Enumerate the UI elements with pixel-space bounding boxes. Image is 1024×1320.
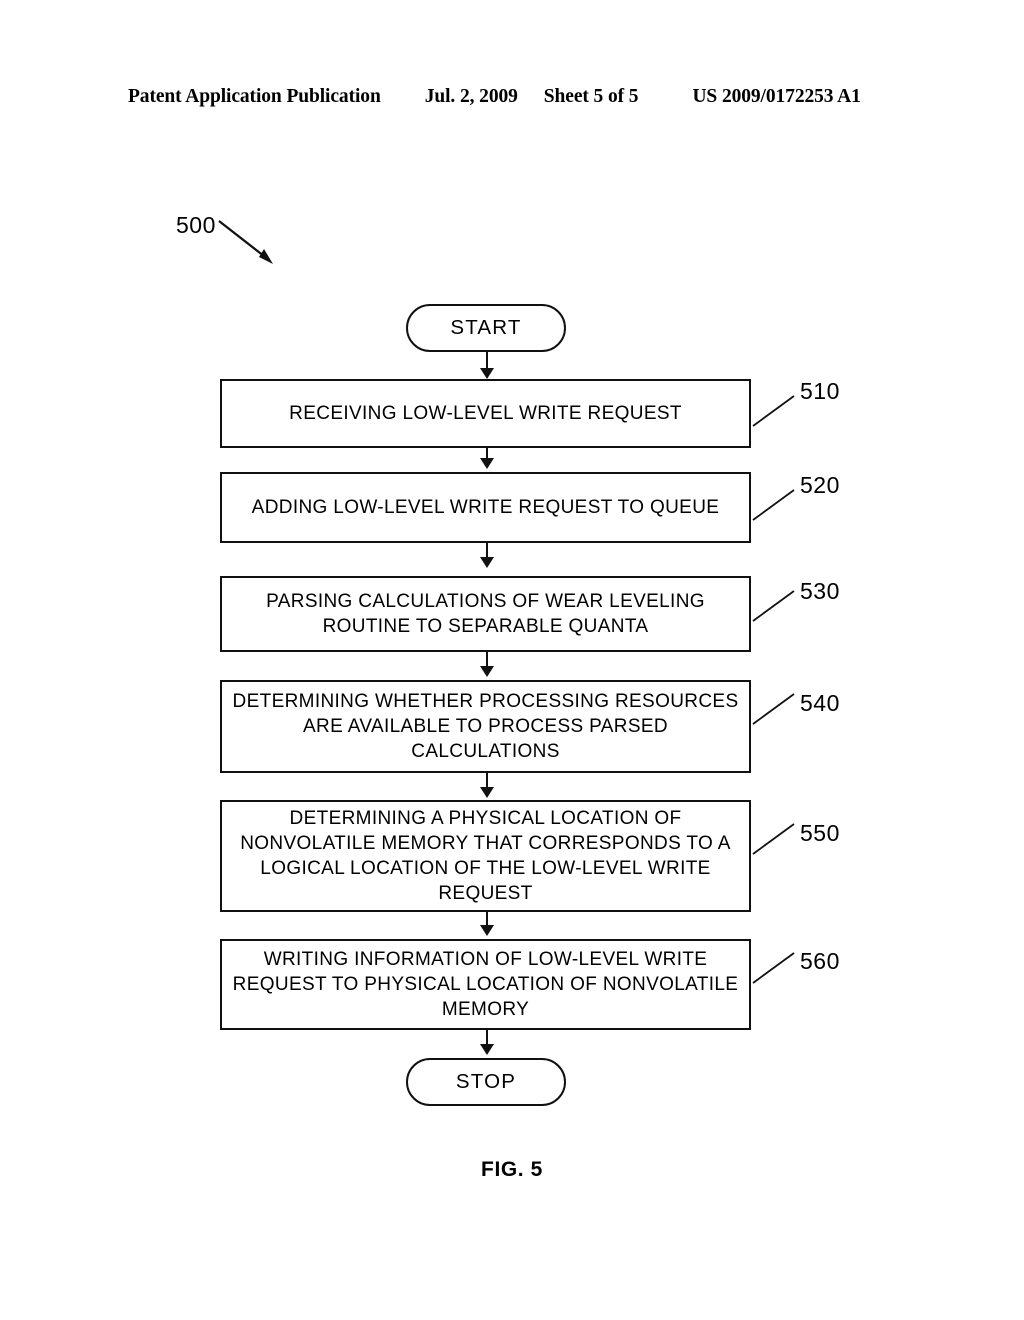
flowchart-figure: 500 START RECEIVING LOW-LEVEL WRITE REQU…	[0, 0, 1024, 1320]
reference-leader-510-icon	[752, 395, 795, 427]
connector-arrowhead-510-icon	[480, 368, 494, 379]
reference-number-560: 560	[800, 948, 840, 974]
diagram-reference-number: 500	[176, 212, 216, 238]
connector-arrowhead-530-icon	[480, 557, 494, 568]
reference-leader-520-icon	[752, 489, 795, 521]
flowchart-node-550-label: DETERMINING A PHYSICAL LOCATION OF NONVO…	[240, 808, 731, 904]
reference-number-530: 530	[800, 578, 840, 604]
reference-number-510: 510	[800, 378, 840, 404]
connector-arrowhead-560-icon	[480, 925, 494, 936]
reference-leader-530-icon	[752, 590, 795, 622]
reference-number-520: 520	[800, 472, 840, 498]
reference-leader-560-icon	[752, 952, 795, 984]
connector-arrowhead-540-icon	[480, 666, 494, 677]
connector-arrowhead-550-icon	[480, 787, 494, 798]
flowchart-node-start: START	[406, 304, 566, 352]
diagram-reference-leader-arrow-icon	[218, 220, 273, 264]
figure-caption: FIG. 5	[481, 1158, 543, 1181]
flowchart-node-550: DETERMINING A PHYSICAL LOCATION OF NONVO…	[220, 800, 751, 912]
reference-leader-550-icon	[752, 823, 795, 855]
flowchart-node-560: WRITING INFORMATION OF LOW-LEVEL WRITE R…	[220, 939, 751, 1030]
flowchart-node-520: ADDING LOW-LEVEL WRITE REQUEST TO QUEUE	[220, 472, 751, 543]
flowchart-node-520-label: ADDING LOW-LEVEL WRITE REQUEST TO QUEUE	[251, 497, 720, 518]
flowchart-node-stop-label: STOP	[455, 1070, 517, 1093]
flowchart-node-start-label: START	[450, 316, 522, 339]
connector-arrowhead-520-icon	[480, 458, 494, 469]
flowchart-node-510-label: RECEIVING LOW-LEVEL WRITE REQUEST	[289, 403, 682, 424]
flowchart-node-530-label: PARSING CALCULATIONS OF WEAR LEVELING RO…	[266, 591, 705, 637]
flowchart-node-540-label: DETERMINING WHETHER PROCESSING RESOURCES…	[232, 691, 739, 762]
reference-leader-540-icon	[752, 693, 795, 725]
flowchart-node-560-label: WRITING INFORMATION OF LOW-LEVEL WRITE R…	[232, 949, 739, 1020]
flowchart-node-510: RECEIVING LOW-LEVEL WRITE REQUEST	[220, 379, 751, 448]
flowchart-node-stop: STOP	[406, 1058, 566, 1106]
flowchart-node-540: DETERMINING WHETHER PROCESSING RESOURCES…	[220, 680, 751, 773]
flowchart-node-530: PARSING CALCULATIONS OF WEAR LEVELING RO…	[220, 576, 751, 652]
connector-arrowhead-stop-icon	[480, 1044, 494, 1055]
reference-number-550: 550	[800, 820, 840, 846]
reference-number-540: 540	[800, 690, 840, 716]
